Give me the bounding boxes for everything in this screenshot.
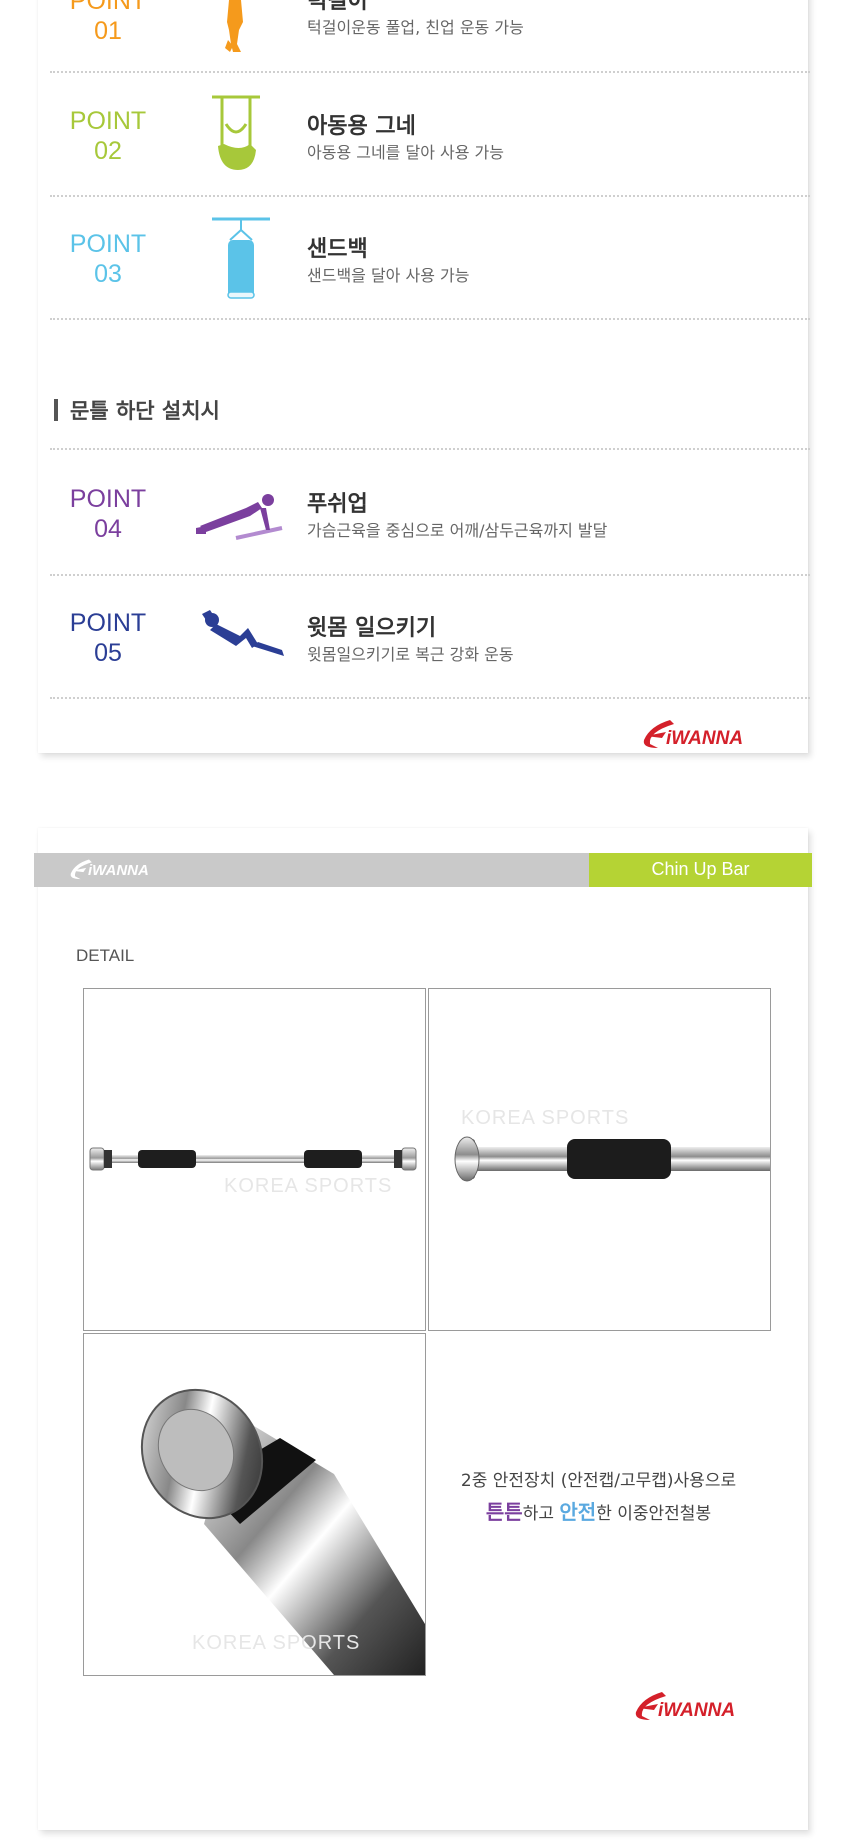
swing-icon: [212, 95, 260, 170]
logo-text: iWANNA: [658, 1700, 736, 1721]
product-photo-full: KOREA SPORTS: [83, 988, 426, 1331]
hanging-person-icon: [225, 0, 243, 52]
divider: [50, 195, 810, 197]
point-label-03: POINT 03: [69, 230, 147, 288]
feature-title-02: 아동용 그네: [307, 114, 416, 139]
caption-text: 하고: [522, 1504, 560, 1524]
point-label-04: POINT 04: [69, 485, 147, 543]
header-tag: Chin Up Bar: [651, 859, 750, 879]
product-photo-cap: KOREA SPORTS: [83, 1333, 426, 1676]
watermark: KOREA SPORTS: [192, 1632, 361, 1654]
detail-caption-line2: 튼튼하고 안전한 이중안전철봉: [428, 1496, 769, 1525]
logo-text: iWANNA: [666, 728, 744, 749]
feature-desc-04: 가슴근육을 중심으로 어깨/삼두근육까지 발달: [307, 521, 608, 540]
divider: [50, 697, 810, 699]
product-photo-end: KOREA SPORTS: [428, 988, 771, 1331]
caption-emphasis-sturdy: 튼튼: [485, 1500, 523, 1524]
point-label-02: POINT 02: [69, 107, 147, 165]
divider: [50, 448, 810, 450]
situp-icon: [202, 610, 284, 656]
feature-desc-05: 윗몸일으키기로 복근 강화 운동: [307, 645, 514, 664]
brand-logo: iWANNA: [632, 1690, 772, 1724]
feature-desc-03: 샌드백을 달아 사용 가능: [307, 266, 470, 285]
divider: [50, 318, 810, 320]
brand-logo: iWANNA: [640, 718, 780, 752]
feature-desc-01: 턱걸이운동 풀업, 친업 운동 가능: [307, 18, 524, 37]
subheading-bar: [54, 399, 58, 421]
caption-text: 한 이중안전철봉: [596, 1504, 712, 1524]
feature-title-01: 턱걸이: [307, 0, 368, 14]
header-logo: iWANNA: [88, 862, 149, 879]
point-label-05: POINT 05: [69, 609, 147, 667]
detail-caption-line1: 2중 안전장치 (안전캡/고무캡)사용으로: [460, 1471, 737, 1491]
caption-emphasis-safe: 안전: [559, 1500, 597, 1524]
sandbag-icon: [212, 217, 270, 299]
point-label-01: POINT 01: [69, 0, 147, 45]
subheading: 문틀 하단 설치시: [70, 399, 220, 423]
pushup-icon: [196, 494, 283, 540]
feature-title-05: 윗몸 일으키기: [307, 616, 437, 641]
divider: [50, 574, 810, 576]
feature-desc-02: 아동용 그네를 달아 사용 가능: [307, 143, 504, 162]
divider: [50, 71, 810, 73]
feature-title-04: 푸쉬업: [307, 492, 368, 517]
feature-title-03: 샌드백: [307, 237, 368, 262]
detail-label: DETAIL: [76, 946, 135, 965]
